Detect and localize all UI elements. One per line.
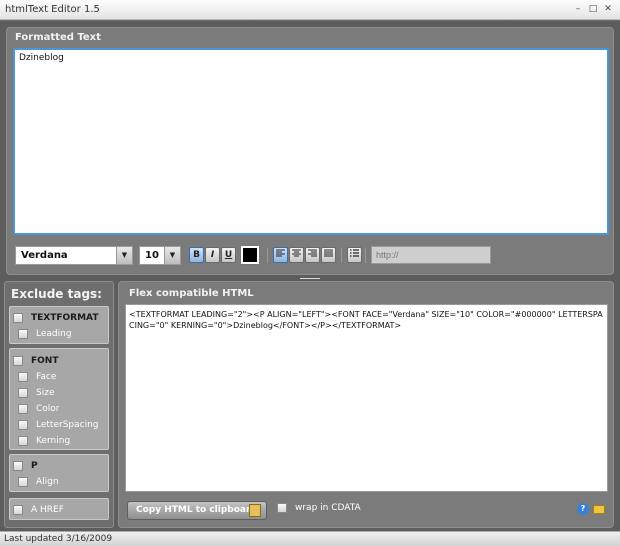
close-icon[interactable]: ✕	[602, 3, 614, 15]
align-left-button[interactable]	[273, 247, 288, 263]
italic-button[interactable]: I	[205, 247, 220, 263]
align-center-button[interactable]	[289, 247, 304, 263]
a-href-checkbox-row[interactable]: A HREF	[13, 502, 64, 518]
window-title: htmlText Editor 1.5	[5, 4, 100, 15]
checkbox-label: P	[31, 461, 38, 471]
text-color-picker[interactable]	[240, 245, 260, 265]
html-output-label: Flex compatible HTML	[129, 288, 254, 299]
toolbar-divider	[365, 248, 366, 263]
formatted-text-panel: Formatted Text Dzineblog Verdana ▼ 10 ▼ …	[6, 27, 614, 275]
checkbox[interactable]	[18, 477, 28, 487]
checkbox[interactable]	[18, 388, 28, 398]
checkbox-label: FONT	[31, 356, 59, 366]
p-group: P Align	[9, 454, 109, 492]
link-url-input[interactable]	[371, 246, 491, 264]
checkbox-label: Color	[36, 404, 60, 414]
align-justify-button[interactable]	[321, 247, 336, 263]
copy-html-button[interactable]: Copy HTML to clipboard	[127, 501, 267, 520]
app-frame: Formatted Text Dzineblog Verdana ▼ 10 ▼ …	[0, 21, 620, 531]
mail-icon[interactable]	[593, 505, 605, 514]
bold-button[interactable]: B	[189, 247, 204, 263]
window-controls: – □ ✕	[572, 3, 614, 15]
restore-icon[interactable]: □	[587, 3, 599, 15]
wrap-cdata-label: wrap in CDATA	[295, 503, 361, 513]
help-icon[interactable]: ?	[577, 503, 589, 515]
font-size-value: 10	[145, 250, 159, 261]
letterspacing-checkbox-row[interactable]: LetterSpacing	[18, 417, 99, 433]
toolbar-divider	[267, 248, 268, 263]
font-family-select[interactable]: Verdana ▼	[15, 246, 133, 265]
checkbox[interactable]	[13, 505, 23, 515]
html-output-text[interactable]: <TEXTFORMAT LEADING="2"><P ALIGN="LEFT">…	[125, 304, 608, 492]
checkbox-label: Size	[36, 388, 55, 398]
checkbox[interactable]	[13, 461, 23, 471]
align-center-icon	[292, 249, 301, 257]
font-size-select[interactable]: 10 ▼	[139, 246, 181, 265]
align-right-button[interactable]	[305, 247, 320, 263]
checkbox[interactable]	[18, 436, 28, 446]
checkbox-label: LetterSpacing	[36, 420, 99, 430]
bullet-list-button[interactable]	[347, 247, 362, 263]
html-output-panel: Flex compatible HTML <TEXTFORMAT LEADING…	[118, 281, 614, 528]
font-group: FONT Face Size Color LetterSpacing Kerni…	[9, 348, 109, 450]
align-right-icon	[308, 249, 317, 257]
leading-checkbox-row[interactable]: Leading	[18, 326, 72, 342]
align-justify-icon	[324, 249, 333, 257]
toolbar-divider	[341, 248, 342, 263]
checkbox-label: Kerning	[36, 436, 71, 446]
align-left-icon	[276, 249, 285, 257]
checkbox[interactable]	[18, 372, 28, 382]
textformat-checkbox-row[interactable]: TEXTFORMAT	[13, 310, 98, 326]
title-bar: htmlText Editor 1.5 – □ ✕	[0, 0, 620, 20]
a-href-group: A HREF	[9, 498, 109, 520]
bullet-list-icon	[350, 249, 359, 257]
copy-html-label: Copy HTML to clipboard	[136, 505, 257, 515]
checkbox[interactable]	[13, 356, 23, 366]
checkbox-label: A HREF	[31, 505, 64, 515]
checkbox-label: TEXTFORMAT	[31, 313, 99, 323]
formatting-toolbar: Verdana ▼ 10 ▼ B I U	[15, 245, 607, 266]
chevron-down-icon[interactable]: ▼	[164, 247, 180, 264]
size-checkbox-row[interactable]: Size	[18, 385, 54, 401]
underline-button[interactable]: U	[221, 247, 236, 263]
formatted-text-label: Formatted Text	[15, 32, 101, 43]
formatted-text-editor[interactable]: Dzineblog	[13, 48, 609, 235]
checkbox-label: Align	[36, 477, 59, 487]
textformat-group: TEXTFORMAT Leading	[9, 306, 109, 344]
chevron-down-icon[interactable]: ▼	[116, 247, 132, 264]
minimize-icon[interactable]: –	[572, 3, 584, 15]
exclude-tags-panel: Exclude tags: TEXTFORMAT Leading FONT Fa…	[4, 281, 114, 528]
font-checkbox-row[interactable]: FONT	[13, 353, 58, 369]
font-family-value: Verdana	[21, 250, 68, 261]
checkbox[interactable]	[18, 329, 28, 339]
color-checkbox-row[interactable]: Color	[18, 401, 60, 417]
face-checkbox-row[interactable]: Face	[18, 369, 56, 385]
kerning-checkbox-row[interactable]: Kerning	[18, 433, 70, 449]
checkbox-label: Leading	[36, 329, 72, 339]
exclude-tags-title: Exclude tags:	[11, 287, 102, 301]
checkbox[interactable]	[18, 404, 28, 414]
p-checkbox-row[interactable]: P	[13, 458, 38, 474]
checkbox-label: Face	[36, 372, 57, 382]
checkbox[interactable]	[277, 503, 287, 513]
checkbox[interactable]	[13, 313, 23, 323]
align-checkbox-row[interactable]: Align	[18, 474, 59, 490]
checkbox[interactable]	[18, 420, 28, 430]
wrap-cdata-checkbox-row[interactable]: wrap in CDATA	[277, 503, 361, 513]
status-bar: Last updated 3/16/2009	[0, 531, 620, 546]
clipboard-icon	[249, 504, 261, 517]
